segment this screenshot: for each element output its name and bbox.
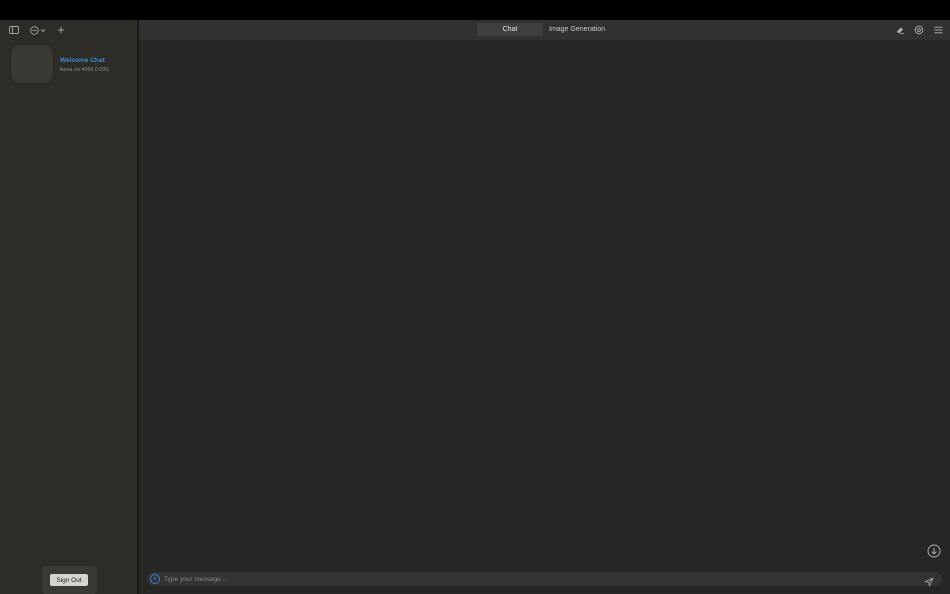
mode-tabs: Chat Image Generation: [477, 23, 611, 37]
chat-list-item[interactable]: Welcome Chat llama ctx:4096 0.09G: [10, 45, 132, 85]
chat-avatar: [11, 45, 53, 83]
plus-icon[interactable]: [56, 24, 65, 36]
chat-meta: llama ctx:4096 0.09G: [60, 67, 110, 73]
attach-plus-icon[interactable]: +: [150, 574, 160, 584]
model-selector-button[interactable]: [29, 24, 47, 36]
sign-out-container: Sign Out: [42, 566, 97, 594]
sidebar-toolbar: [0, 20, 137, 40]
message-composer: +: [139, 566, 950, 594]
tab-chat[interactable]: Chat: [477, 23, 543, 36]
sidebar: Welcome Chat llama ctx:4096 0.09G Sign O…: [0, 20, 137, 594]
eraser-icon[interactable]: [894, 24, 906, 36]
window-top-bar: [0, 0, 950, 20]
main-toolbar: Chat Image Generation: [139, 20, 950, 40]
composer-field: +: [147, 572, 942, 587]
settings-icon[interactable]: [913, 24, 925, 36]
message-input[interactable]: [164, 573, 914, 585]
menu-icon[interactable]: [932, 24, 944, 36]
tab-image-generation[interactable]: Image Generation: [543, 23, 611, 36]
sign-out-button[interactable]: Sign Out: [50, 574, 88, 586]
model-selector-icon: [30, 25, 39, 35]
main-panel: Chat Image Generation + Type your messag…: [139, 20, 950, 594]
sidebar-toggle-icon[interactable]: [8, 24, 19, 36]
send-icon[interactable]: [924, 574, 934, 587]
message-area: [139, 40, 950, 566]
scroll-to-bottom-icon[interactable]: [927, 544, 941, 558]
chat-title: Welcome Chat: [60, 57, 105, 64]
chevron-down-icon: [40, 28, 46, 33]
